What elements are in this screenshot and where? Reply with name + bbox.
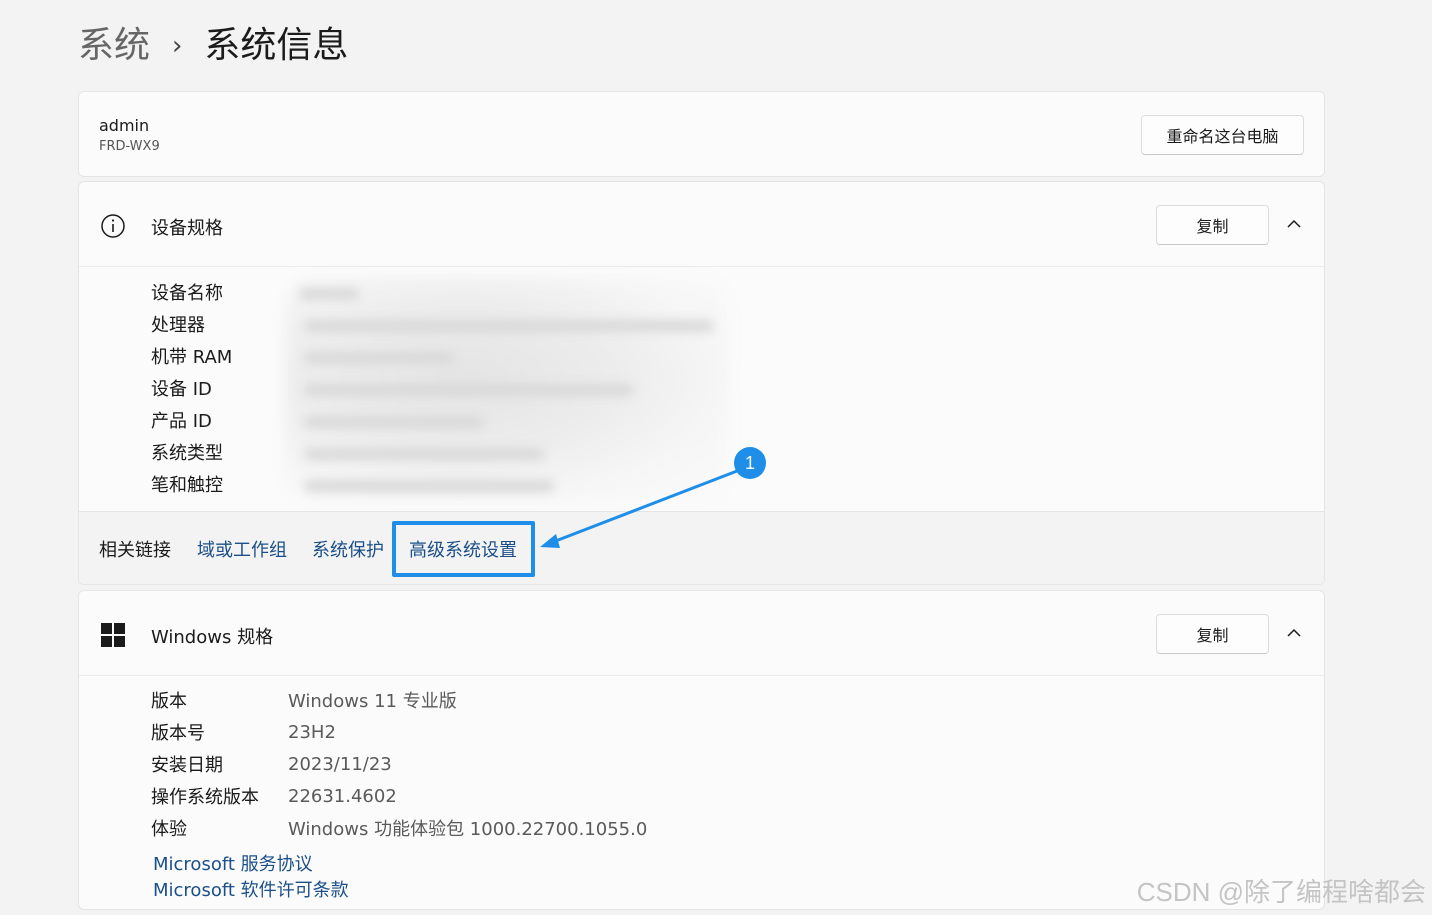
chevron-up-icon[interactable]	[1284, 216, 1304, 232]
redacted-line	[304, 480, 554, 492]
spec-row: 设备名称	[151, 276, 288, 308]
windows-logo-icon	[101, 623, 125, 647]
microsoft-license-terms-link[interactable]: Microsoft 软件许可条款	[153, 876, 349, 902]
spec-row: 机带 RAM	[151, 340, 288, 372]
windows-specs-title: Windows 规格	[151, 627, 274, 648]
related-links-bar: 相关链接 域或工作组 系统保护 高级系统设置	[79, 511, 1324, 584]
spec-row: 版本 Windows 11 专业版	[151, 684, 647, 716]
spec-label: 系统类型	[151, 443, 223, 464]
copy-windows-specs-button[interactable]: 复制	[1156, 614, 1269, 654]
spec-label: 版本	[151, 691, 187, 712]
spec-row: 设备 ID	[151, 372, 288, 404]
windows-specs-card: Windows 规格 复制 版本 Windows 11 专业版 版本号 23H2…	[78, 590, 1325, 910]
spec-label: 设备名称	[151, 283, 223, 304]
annotation-badge: 1	[734, 447, 766, 479]
watermark: CSDN @除了编程啥都会	[1136, 877, 1426, 907]
spec-value: Windows 功能体验包 1000.22700.1055.0	[288, 819, 648, 840]
spec-label: 设备 ID	[151, 379, 212, 400]
device-specs-header[interactable]: 设备规格 复制	[79, 182, 1324, 267]
windows-specs-table: 版本 Windows 11 专业版 版本号 23H2 安装日期 2023/11/…	[151, 684, 647, 844]
breadcrumb-separator: ›	[172, 31, 183, 61]
device-specs-card: 设备规格 复制 设备名称 处理器 机带 RAM 设备 ID 产品 ID 系统类型…	[78, 181, 1325, 585]
spec-row: 系统类型	[151, 436, 288, 468]
pc-name-card: admin FRD-WX9 重命名这台电脑	[78, 91, 1325, 177]
chevron-up-icon[interactable]	[1284, 625, 1304, 641]
spec-row: 笔和触控	[151, 468, 288, 500]
pc-name: admin	[99, 116, 150, 135]
redacted-line	[304, 352, 454, 364]
copy-device-specs-button[interactable]: 复制	[1156, 205, 1269, 245]
redacted-line	[299, 288, 359, 300]
redacted-line	[304, 320, 714, 332]
spec-label: 版本号	[151, 723, 205, 744]
breadcrumb: 系统 › 系统信息	[78, 24, 348, 68]
spec-label: 产品 ID	[151, 411, 212, 432]
spec-row: 操作系统版本 22631.4602	[151, 780, 647, 812]
spec-label: 机带 RAM	[151, 347, 233, 368]
microsoft-services-agreement-link[interactable]: Microsoft 服务协议	[153, 850, 313, 876]
system-protection-link[interactable]: 系统保护	[312, 536, 384, 562]
spec-value: 2023/11/23	[288, 753, 392, 775]
spec-row: 产品 ID	[151, 404, 288, 436]
breadcrumb-parent[interactable]: 系统	[78, 24, 150, 68]
pc-model: FRD-WX9	[99, 139, 160, 154]
spec-row: 处理器	[151, 308, 288, 340]
page-title: 系统信息	[204, 25, 349, 66]
spec-label: 笔和触控	[151, 475, 223, 496]
spec-label: 处理器	[151, 315, 205, 336]
rename-pc-button[interactable]: 重命名这台电脑	[1141, 115, 1304, 155]
domain-workgroup-link[interactable]: 域或工作组	[197, 536, 287, 562]
spec-row: 安装日期 2023/11/23	[151, 748, 647, 780]
windows-specs-header[interactable]: Windows 规格 复制	[79, 591, 1324, 676]
redacted-line	[304, 416, 484, 428]
spec-value: 23H2	[288, 721, 336, 743]
info-icon	[101, 214, 125, 238]
spec-row: 版本号 23H2	[151, 716, 647, 748]
device-specs-table: 设备名称 处理器 机带 RAM 设备 ID 产品 ID 系统类型 笔和触控	[151, 276, 288, 500]
spec-value: Windows 11 专业版	[288, 691, 457, 712]
redacted-line	[304, 384, 634, 396]
highlight-box	[392, 521, 535, 577]
spec-row: 体验 Windows 功能体验包 1000.22700.1055.0	[151, 812, 647, 844]
spec-value: 22631.4602	[288, 785, 397, 807]
device-specs-title: 设备规格	[151, 218, 223, 239]
spec-label: 体验	[151, 819, 187, 840]
redacted-line	[304, 448, 544, 460]
spec-label: 操作系统版本	[151, 787, 259, 808]
related-links-label: 相关链接	[99, 540, 171, 561]
spec-label: 安装日期	[151, 755, 223, 776]
